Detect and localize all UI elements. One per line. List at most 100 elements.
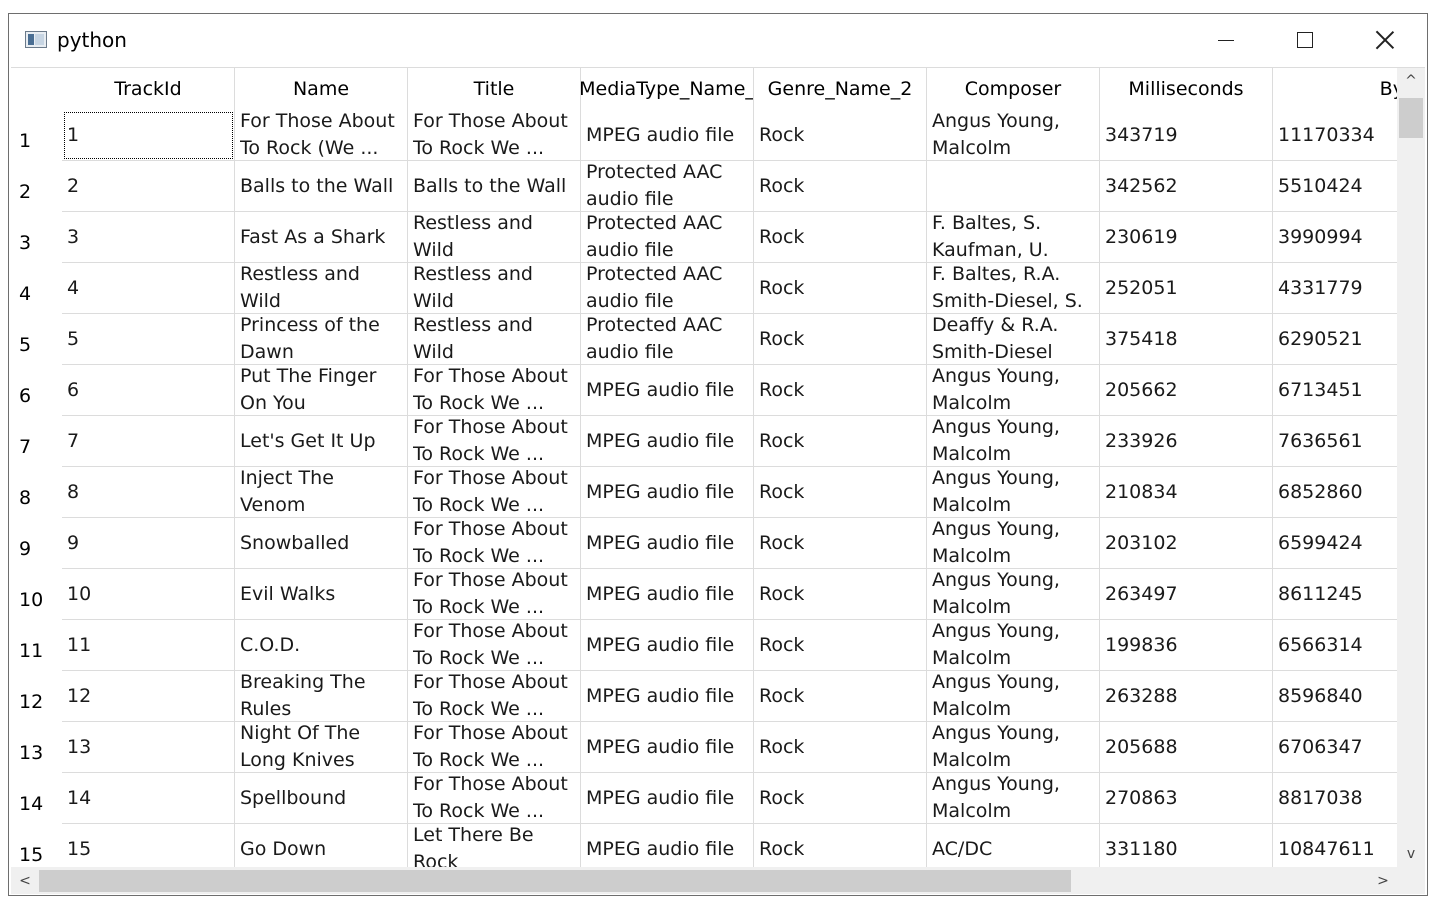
table-cell-genre[interactable]: Rock [754, 416, 927, 467]
table-cell-name[interactable]: Spellbound [235, 773, 408, 824]
table-cell-composer[interactable]: Angus Young, Malcolm Young,... [927, 620, 1100, 671]
table-cell-milliseconds[interactable]: 205688 [1100, 722, 1273, 773]
table-cell-bytes[interactable]: 6566314 [1273, 620, 1397, 671]
table-cell-bytes[interactable]: 8611245 [1273, 569, 1397, 620]
table-cell-milliseconds[interactable]: 233926 [1100, 416, 1273, 467]
scroll-down-icon[interactable]: v [1397, 841, 1425, 867]
table-cell-milliseconds[interactable]: 263497 [1100, 569, 1273, 620]
column-header-genre[interactable]: Genre_Name_2 [754, 68, 927, 110]
vertical-scrollbar[interactable]: ^ v [1397, 68, 1425, 867]
table-cell-composer[interactable]: Angus Young, Malcolm Young,... [927, 722, 1100, 773]
table-cell-title[interactable]: Restless and Wild [408, 212, 581, 263]
table-cell-bytes[interactable]: 6852860 [1273, 467, 1397, 518]
row-header[interactable]: 9 [11, 518, 62, 569]
table-cell-bytes[interactable]: 6706347 [1273, 722, 1397, 773]
row-header[interactable]: 1 [11, 110, 62, 161]
table-corner-button[interactable] [11, 68, 62, 110]
table-cell-genre[interactable]: Rock [754, 467, 927, 518]
table-cell-genre[interactable]: Rock [754, 212, 927, 263]
table-cell-mediatype[interactable]: MPEG audio file [581, 467, 754, 518]
table-cell-bytes[interactable]: 6599424 [1273, 518, 1397, 569]
column-header-milliseconds[interactable]: Milliseconds [1100, 68, 1273, 110]
table-cell-trackid[interactable]: 4 [62, 263, 235, 314]
table-cell-composer[interactable]: Deaffy & R.A. Smith-Diesel [927, 314, 1100, 365]
table-cell-mediatype[interactable]: MPEG audio file [581, 722, 754, 773]
table-cell-name[interactable]: Night Of The Long Knives [235, 722, 408, 773]
table-cell-composer[interactable]: Angus Young, Malcolm Young,... [927, 671, 1100, 722]
column-header-composer[interactable]: Composer [927, 68, 1100, 110]
table-cell-bytes[interactable]: 3990994 [1273, 212, 1397, 263]
table-cell-milliseconds[interactable]: 343719 [1100, 110, 1273, 161]
table-cell-mediatype[interactable]: Protected AAC audio file [581, 212, 754, 263]
close-button[interactable] [1345, 14, 1425, 67]
table-cell-milliseconds[interactable]: 203102 [1100, 518, 1273, 569]
table-cell-name[interactable]: Restless and Wild [235, 263, 408, 314]
table-cell-bytes[interactable]: 4331779 [1273, 263, 1397, 314]
table-cell-milliseconds[interactable]: 375418 [1100, 314, 1273, 365]
table-cell-name[interactable]: For Those About To Rock (We ... [235, 110, 408, 161]
table-cell-trackid[interactable]: 10 [62, 569, 235, 620]
table-cell-trackid[interactable]: 3 [62, 212, 235, 263]
table-cell-milliseconds[interactable]: 263288 [1100, 671, 1273, 722]
table-cell-mediatype[interactable]: MPEG audio file [581, 824, 754, 867]
table-cell-name[interactable]: Princess of the Dawn [235, 314, 408, 365]
table-cell-title[interactable]: For Those About To Rock We ... [408, 722, 581, 773]
table-cell-mediatype[interactable]: Protected AAC audio file [581, 263, 754, 314]
table-cell-genre[interactable]: Rock [754, 773, 927, 824]
table-cell-name[interactable]: Inject The Venom [235, 467, 408, 518]
table-cell-bytes[interactable]: 11170334 [1273, 110, 1397, 161]
table-cell-composer[interactable] [927, 161, 1100, 212]
table-cell-mediatype[interactable]: MPEG audio file [581, 416, 754, 467]
table-cell-composer[interactable]: F. Baltes, R.A. Smith-Diesel, S. Kaufman… [927, 263, 1100, 314]
table-cell-milliseconds[interactable]: 205662 [1100, 365, 1273, 416]
row-header[interactable]: 3 [11, 212, 62, 263]
table-cell-name[interactable]: Balls to the Wall [235, 161, 408, 212]
table-cell-milliseconds[interactable]: 270863 [1100, 773, 1273, 824]
table-cell-genre[interactable]: Rock [754, 110, 927, 161]
table-cell-composer[interactable]: F. Baltes, S. Kaufman, U. Dirkscneider &… [927, 212, 1100, 263]
table-cell-trackid[interactable]: 5 [62, 314, 235, 365]
table-cell-name[interactable]: Put The Finger On You [235, 365, 408, 416]
table-cell-trackid[interactable]: 9 [62, 518, 235, 569]
scroll-up-icon[interactable]: ^ [1397, 68, 1425, 94]
table-cell-name[interactable]: Let's Get It Up [235, 416, 408, 467]
minimize-button[interactable] [1185, 14, 1265, 67]
table-cell-mediatype[interactable]: MPEG audio file [581, 671, 754, 722]
table-cell-mediatype[interactable]: MPEG audio file [581, 569, 754, 620]
table-cell-composer[interactable]: Angus Young, Malcolm Young,... [927, 518, 1100, 569]
table-cell-genre[interactable]: Rock [754, 365, 927, 416]
row-header[interactable]: 4 [11, 263, 62, 314]
table-cell-milliseconds[interactable]: 331180 [1100, 824, 1273, 867]
table-cell-genre[interactable]: Rock [754, 569, 927, 620]
table-cell-trackid[interactable]: 7 [62, 416, 235, 467]
table-cell-mediatype[interactable]: MPEG audio file [581, 518, 754, 569]
table-cell-bytes[interactable]: 7636561 [1273, 416, 1397, 467]
table-cell-title[interactable]: For Those About To Rock We ... [408, 569, 581, 620]
table-cell-composer[interactable]: Angus Young, Malcolm Young,... [927, 569, 1100, 620]
table-cell-name[interactable]: Fast As a Shark [235, 212, 408, 263]
table-cell-title[interactable]: Restless and Wild [408, 263, 581, 314]
table-cell-bytes[interactable]: 8817038 [1273, 773, 1397, 824]
scroll-right-icon[interactable]: > [1369, 867, 1397, 894]
scroll-left-icon[interactable]: < [11, 867, 39, 894]
table-cell-mediatype[interactable]: MPEG audio file [581, 773, 754, 824]
table-cell-genre[interactable]: Rock [754, 824, 927, 867]
table-cell-name[interactable]: Evil Walks [235, 569, 408, 620]
table-cell-bytes[interactable]: 6290521 [1273, 314, 1397, 365]
table-cell-genre[interactable]: Rock [754, 620, 927, 671]
table-cell-title[interactable]: For Those About To Rock We ... [408, 620, 581, 671]
table-cell-bytes[interactable]: 8596840 [1273, 671, 1397, 722]
row-header[interactable]: 14 [11, 773, 62, 824]
table-cell-trackid[interactable]: 8 [62, 467, 235, 518]
table-cell-trackid[interactable]: 11 [62, 620, 235, 671]
row-header[interactable]: 12 [11, 671, 62, 722]
horizontal-scrollbar[interactable]: < > [11, 867, 1397, 894]
table-cell-genre[interactable]: Rock [754, 518, 927, 569]
table-cell-genre[interactable]: Rock [754, 671, 927, 722]
table-cell-trackid[interactable]: 12 [62, 671, 235, 722]
table-cell-title[interactable]: For Those About To Rock We ... [408, 671, 581, 722]
table-cell-name[interactable]: Snowballed [235, 518, 408, 569]
table-cell-name[interactable]: Go Down [235, 824, 408, 867]
column-header-mediatype[interactable]: MediaType_Name_ [581, 68, 754, 110]
table-cell-title[interactable]: Balls to the Wall [408, 161, 581, 212]
